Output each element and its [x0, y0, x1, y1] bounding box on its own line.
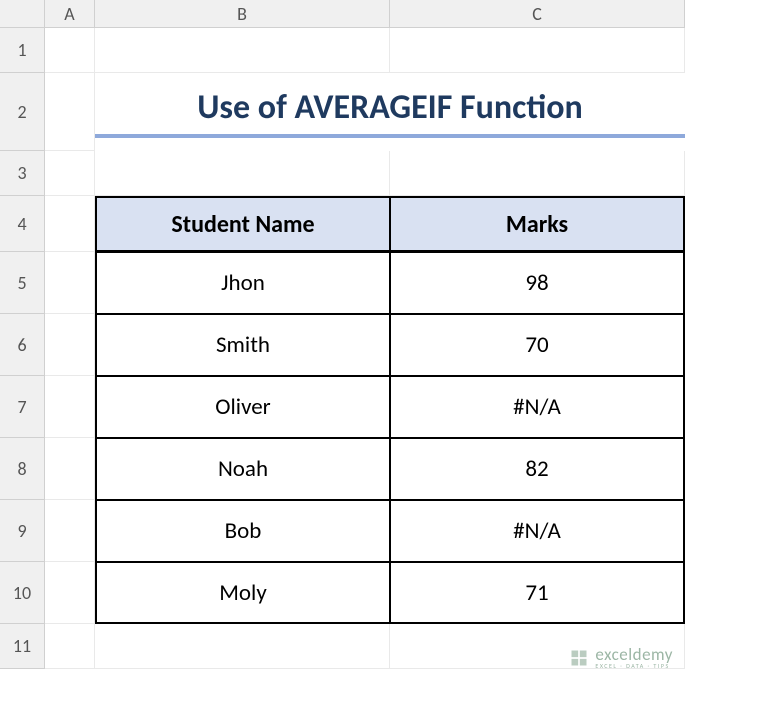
watermark-sub: EXCEL · DATA · TIPS	[595, 663, 673, 669]
watermark-main: exceldemy	[595, 646, 673, 663]
row-header-6[interactable]: 6	[0, 314, 45, 376]
cell-a8[interactable]	[45, 438, 95, 500]
cell-a1[interactable]	[45, 28, 95, 73]
col-header-a[interactable]: A	[45, 0, 95, 28]
row-header-3[interactable]: 3	[0, 151, 45, 196]
cell-b3[interactable]	[95, 151, 390, 196]
table-row[interactable]: 98	[390, 252, 685, 314]
table-row[interactable]: Jhon	[95, 252, 390, 314]
table-row[interactable]: 70	[390, 314, 685, 376]
cell-a11[interactable]	[45, 624, 95, 669]
row-header-8[interactable]: 8	[0, 438, 45, 500]
row-header-4[interactable]: 4	[0, 196, 45, 252]
cell-a4[interactable]	[45, 196, 95, 252]
cell-a6[interactable]	[45, 314, 95, 376]
table-row[interactable]: Moly	[95, 562, 390, 624]
exceldemy-logo-icon	[569, 648, 589, 668]
col-header-b[interactable]: B	[95, 0, 390, 28]
table-row[interactable]: #N/A	[390, 376, 685, 438]
table-row[interactable]: Oliver	[95, 376, 390, 438]
corner-cell[interactable]	[0, 0, 45, 28]
row-header-10[interactable]: 10	[0, 562, 45, 624]
row-header-2[interactable]: 2	[0, 73, 45, 151]
table-row[interactable]: Noah	[95, 438, 390, 500]
cell-a3[interactable]	[45, 151, 95, 196]
cell-b1[interactable]	[95, 28, 390, 73]
table-row[interactable]: Bob	[95, 500, 390, 562]
cell-a10[interactable]	[45, 562, 95, 624]
table-row[interactable]: #N/A	[390, 500, 685, 562]
row-header-5[interactable]: 5	[0, 252, 45, 314]
watermark-text: exceldemy EXCEL · DATA · TIPS	[595, 646, 673, 669]
cell-a2[interactable]	[45, 73, 95, 151]
cell-a7[interactable]	[45, 376, 95, 438]
table-row[interactable]: 71	[390, 562, 685, 624]
table-row[interactable]: Smith	[95, 314, 390, 376]
table-header-name[interactable]: Student Name	[95, 196, 390, 252]
watermark: exceldemy EXCEL · DATA · TIPS	[569, 646, 673, 669]
table-row[interactable]: 82	[390, 438, 685, 500]
title-cell[interactable]: Use of AVERAGEIF Function	[95, 73, 685, 151]
cell-b11[interactable]	[95, 624, 390, 669]
cell-a5[interactable]	[45, 252, 95, 314]
row-header-11[interactable]: 11	[0, 624, 45, 669]
cell-c3[interactable]	[390, 151, 685, 196]
row-header-9[interactable]: 9	[0, 500, 45, 562]
page-title: Use of AVERAGEIF Function	[95, 87, 685, 138]
spreadsheet-grid: A B C 1 2 Use of AVERAGEIF Function 3 4 …	[0, 0, 768, 669]
table-header-marks[interactable]: Marks	[390, 196, 685, 252]
cell-c1[interactable]	[390, 28, 685, 73]
row-header-1[interactable]: 1	[0, 28, 45, 73]
col-header-c[interactable]: C	[390, 0, 685, 28]
cell-a9[interactable]	[45, 500, 95, 562]
row-header-7[interactable]: 7	[0, 376, 45, 438]
